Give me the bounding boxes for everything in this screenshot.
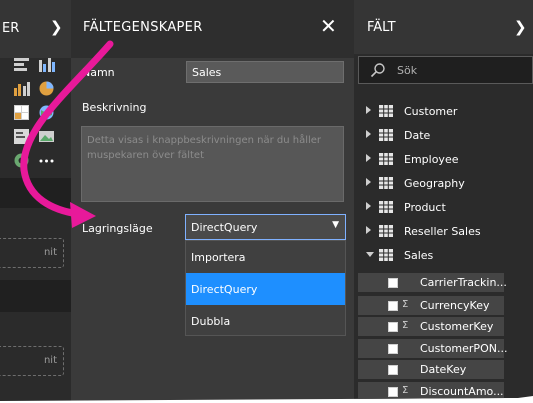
annotation-arrow-icon (20, 40, 114, 228)
